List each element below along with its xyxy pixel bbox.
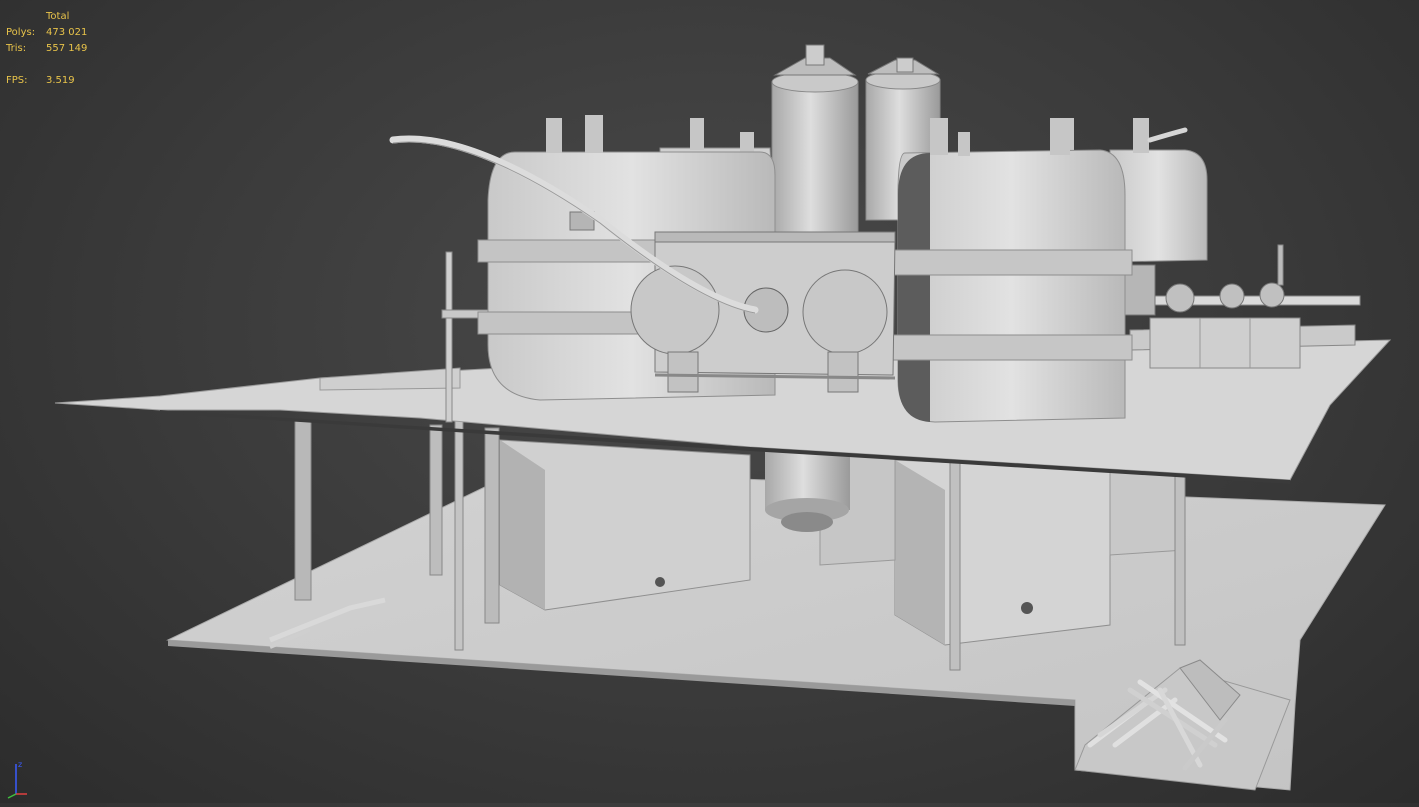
viewport-statistics: Total Polys: 473 021 Tris: 557 149 FPS: … — [6, 9, 87, 89]
z-axis-label: z — [18, 760, 22, 769]
chamber-disc-left — [630, 265, 720, 355]
valve — [1165, 283, 1195, 313]
railing-post — [445, 251, 453, 423]
tank-right — [897, 149, 1126, 423]
valve — [1259, 282, 1285, 308]
column — [1174, 469, 1186, 646]
tris-label: Tris: — [6, 43, 27, 54]
lower-block-back — [1109, 469, 1186, 556]
valve — [1219, 283, 1245, 309]
column — [429, 424, 443, 576]
column — [294, 419, 312, 601]
fps-value: 3.519 — [46, 75, 75, 86]
platform-step — [319, 367, 461, 391]
polys-label: Polys: — [6, 27, 36, 38]
y-axis-icon — [7, 793, 17, 799]
side-cabinet — [1149, 317, 1301, 369]
column — [484, 427, 500, 624]
port-hole — [1021, 602, 1033, 614]
chamber-disc-right — [802, 269, 888, 355]
tris-value: 557 149 — [46, 43, 88, 54]
tall-cylinder-left — [771, 81, 859, 243]
fps-label: FPS: — [6, 75, 28, 86]
axis-gizmo: z — [3, 758, 29, 800]
lower-block-right-side — [895, 460, 945, 645]
lower-block-left-side — [500, 440, 545, 610]
curved-pipe-right — [1147, 127, 1188, 143]
polys-value: 473 021 — [46, 27, 88, 38]
column — [454, 419, 464, 651]
scene-render — [54, 44, 1392, 791]
stats-header: Total — [46, 11, 70, 22]
column — [949, 454, 961, 671]
viewport-3d[interactable] — [0, 0, 1419, 803]
port-hole — [655, 577, 665, 587]
